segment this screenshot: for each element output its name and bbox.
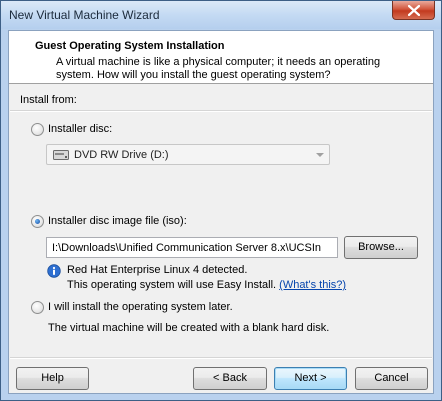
- disc-drive-value: DVD RW Drive (D:): [74, 149, 169, 161]
- cancel-button[interactable]: Cancel: [355, 367, 428, 390]
- wizard-window: New Virtual Machine Wizard Guest Operati…: [0, 0, 442, 401]
- next-button[interactable]: Next >: [274, 367, 347, 390]
- close-button[interactable]: [392, 1, 435, 20]
- title-bar[interactable]: New Virtual Machine Wizard: [1, 1, 441, 29]
- back-button[interactable]: < Back: [193, 367, 267, 390]
- page-title: Guest Operating System Installation: [35, 40, 225, 52]
- page-description: A virtual machine is like a physical com…: [56, 56, 381, 81]
- install-later-note: The virtual machine will be created with…: [48, 322, 330, 334]
- wizard-body: Guest Operating System Installation A vi…: [8, 30, 434, 394]
- iso-path-input[interactable]: [46, 237, 338, 258]
- dvd-drive-icon: [53, 150, 69, 160]
- chevron-down-icon: [316, 153, 324, 157]
- iso-image-radio[interactable]: [31, 215, 44, 228]
- iso-image-label[interactable]: Installer disc image file (iso):: [48, 215, 187, 227]
- close-icon: [408, 5, 420, 16]
- installer-disc-label[interactable]: Installer disc:: [48, 123, 112, 135]
- install-later-label[interactable]: I will install the operating system late…: [48, 301, 233, 313]
- os-detected-text: Red Hat Enterprise Linux 4 detected.: [67, 264, 248, 276]
- installer-disc-radio[interactable]: [31, 123, 44, 136]
- window-title: New Virtual Machine Wizard: [9, 8, 160, 22]
- whats-this-link[interactable]: (What's this?): [279, 279, 346, 291]
- install-from-label: Install from:: [20, 94, 77, 106]
- install-later-radio[interactable]: [31, 301, 44, 314]
- browse-button[interactable]: Browse...: [344, 236, 418, 259]
- easy-install-message: This operating system will use Easy Inst…: [67, 279, 277, 291]
- disc-drive-select[interactable]: DVD RW Drive (D:): [46, 144, 330, 165]
- divider: [10, 110, 432, 112]
- info-icon: [47, 264, 61, 278]
- easy-install-text: This operating system will use Easy Inst…: [67, 279, 346, 291]
- footer-divider: [10, 357, 432, 359]
- help-button[interactable]: Help: [16, 367, 89, 390]
- wizard-header: Guest Operating System Installation A vi…: [9, 31, 433, 84]
